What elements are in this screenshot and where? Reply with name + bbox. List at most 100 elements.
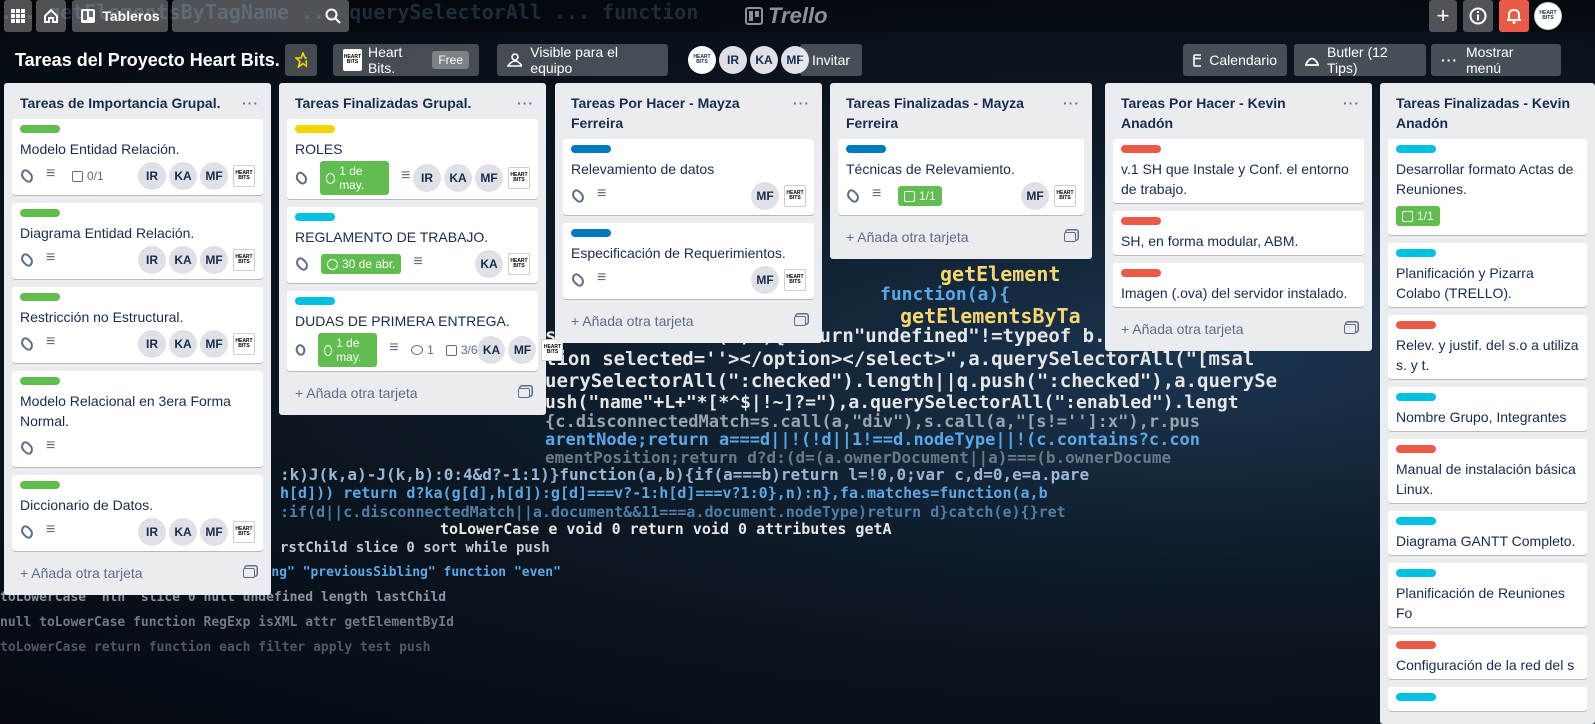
member-avatar[interactable]: MF (1021, 182, 1049, 210)
member-avatar[interactable]: IR (413, 164, 441, 192)
card-label[interactable] (1121, 269, 1161, 277)
card-label[interactable] (1396, 393, 1436, 401)
card-label[interactable] (846, 145, 886, 153)
card[interactable]: Manual de instalación básica Linux. (1388, 439, 1587, 503)
member-avatar[interactable]: IR (138, 246, 166, 274)
card-template-icon[interactable] (794, 316, 806, 326)
list-header[interactable]: Tareas Por Hacer - Kevin Anadón ··· (1113, 83, 1364, 139)
list-header[interactable]: Tareas Por Hacer - Mayza Ferreira ··· (563, 83, 814, 139)
card-label[interactable] (20, 293, 60, 301)
visibility-button[interactable]: Visible para el equipo (497, 44, 668, 76)
card-label[interactable] (295, 213, 335, 221)
member-avatar[interactable]: IR (719, 46, 747, 74)
search-input[interactable] (172, 0, 349, 32)
card-label[interactable] (1396, 641, 1436, 649)
list-header[interactable]: Tareas Finalizadas Grupal. ··· (287, 83, 538, 119)
home-icon[interactable] (36, 0, 66, 32)
butler-button[interactable]: Butler (12 Tips) (1294, 44, 1426, 76)
card[interactable] (1388, 687, 1587, 711)
card[interactable]: Relev. y justif. del s.o a utiliza s. y … (1388, 315, 1587, 379)
invite-button[interactable]: Invitar (800, 44, 862, 76)
member-avatar[interactable]: MF (200, 518, 228, 546)
list-menu-icon[interactable]: ··· (789, 93, 810, 133)
add-card-button[interactable]: + Añada otra tarjeta (563, 307, 814, 335)
card-label[interactable] (1396, 517, 1436, 525)
member-avatar[interactable]: KA (169, 162, 197, 190)
due-date-badge[interactable]: 1 de may. (318, 333, 378, 367)
card[interactable]: Modelo Entidad Relación. 0/1 IRKAMFHEARTBI… (12, 119, 263, 195)
member-avatar[interactable]: KA (444, 164, 472, 192)
member-avatar[interactable]: IR (138, 330, 166, 358)
trello-logo[interactable]: Trello (745, 3, 828, 29)
member-avatar[interactable]: MF (751, 266, 779, 294)
card[interactable]: Diagrama Entidad Relación. IRKAMFHEARTBIT… (12, 203, 263, 279)
member-avatar[interactable]: MF (751, 182, 779, 210)
card[interactable]: v.1 SH que Instale y Conf. el entorno de… (1113, 139, 1364, 203)
boards-button[interactable]: Tableros (72, 0, 168, 32)
board-title[interactable]: Tareas del Proyecto Heart Bits. (15, 44, 280, 76)
list-title[interactable]: Tareas Finalizadas - Kevin Anadón (1396, 93, 1583, 133)
card-label[interactable] (1396, 693, 1436, 701)
card-label[interactable] (20, 125, 60, 133)
card-label[interactable] (1396, 445, 1436, 453)
card[interactable]: Configuración de la red del s (1388, 635, 1587, 679)
member-avatar[interactable]: MF (200, 246, 228, 274)
member-avatar[interactable]: KA (169, 246, 197, 274)
list-menu-icon[interactable]: ··· (1339, 93, 1360, 133)
card[interactable]: Especificación de Requerimientos. MFHEART… (563, 223, 814, 299)
member-avatar[interactable]: MF (200, 330, 228, 358)
card-template-icon[interactable] (1064, 232, 1076, 242)
card[interactable]: Restricción no Estructural. IRKAMFHEARTBI… (12, 287, 263, 363)
card[interactable]: Técnicas de Relevamiento. 1/1 MFHEARTBITS (838, 139, 1084, 215)
member-avatar[interactable]: IR (138, 518, 166, 546)
card[interactable]: Desarrollar formato Actas de Reuniones. 1… (1388, 139, 1587, 235)
member-avatar[interactable]: KA (477, 336, 506, 364)
team-button[interactable]: HEART BITS Heart Bits. Free (333, 44, 479, 76)
notification-bell-icon[interactable] (1499, 0, 1529, 32)
card-label[interactable] (1396, 321, 1436, 329)
member-avatar[interactable]: KA (750, 46, 778, 74)
add-card-button[interactable]: + Añada otra tarjeta (12, 559, 263, 587)
card-label[interactable] (571, 229, 611, 237)
add-card-button[interactable]: + Añada otra tarjeta (1388, 719, 1587, 724)
card[interactable]: DUDAS DE PRIMERA ENTREGA. 1 de may. 1 3/6KA… (287, 291, 564, 371)
card-label[interactable] (571, 145, 611, 153)
show-menu-button[interactable]: ··· Mostrar menú (1431, 44, 1561, 76)
card[interactable]: Diagrama GANTT Completo. (1388, 511, 1587, 555)
card-label[interactable] (1121, 145, 1161, 153)
list-header[interactable]: Tareas de Importancia Grupal. ··· (12, 83, 263, 119)
card[interactable]: Planificación y Pizarra Colabo (TRELLO). (1388, 243, 1587, 307)
add-card-button[interactable]: + Añada otra tarjeta (1113, 315, 1364, 343)
star-button[interactable] (285, 44, 317, 76)
member-avatar[interactable]: KA (475, 250, 503, 278)
card-label[interactable] (295, 125, 335, 133)
card[interactable]: REGLAMENTO DE TRABAJO. 30 de abr. KAHEARTB… (287, 207, 538, 283)
search-icon[interactable] (325, 8, 341, 24)
member-avatar[interactable]: MF (475, 164, 503, 192)
card-label[interactable] (20, 377, 60, 385)
card-label[interactable] (20, 209, 60, 217)
card-template-icon[interactable] (243, 568, 255, 578)
list-title[interactable]: Tareas de Importancia Grupal. (20, 93, 220, 113)
due-date-badge[interactable]: 1 de may. (319, 161, 389, 195)
card-template-icon[interactable] (1344, 324, 1356, 334)
user-avatar[interactable]: HEART BITS (1534, 2, 1562, 30)
due-date-badge[interactable]: 30 de abr. (321, 254, 402, 274)
card[interactable]: Diccionario de Datos. IRKAMFHEARTBITS (12, 475, 263, 551)
apps-grid-icon[interactable] (4, 0, 32, 32)
list-header[interactable]: Tareas Finalizadas - Kevin Anadón (1388, 83, 1587, 139)
card[interactable]: Nombre Grupo, Integrantes (1388, 387, 1587, 431)
list-menu-icon[interactable]: ··· (238, 93, 259, 113)
list-title[interactable]: Tareas Por Hacer - Mayza Ferreira (571, 93, 789, 133)
add-card-button[interactable]: + Añada otra tarjeta (838, 223, 1084, 251)
member-avatar[interactable]: KA (169, 330, 197, 358)
member-avatar[interactable]: IR (138, 162, 166, 190)
card-label[interactable] (1121, 217, 1161, 225)
card[interactable]: ROLES 1 de may. IRKAMFHEARTBITS (287, 119, 538, 199)
add-card-button[interactable]: + Añada otra tarjeta (287, 379, 538, 407)
create-plus-icon[interactable]: + (1429, 0, 1457, 32)
card-label[interactable] (1396, 145, 1436, 153)
card[interactable]: Modelo Relacional en 3era Forma Normal. (12, 371, 263, 467)
card[interactable]: SH, en forma modular, ABM. (1113, 211, 1364, 255)
card-template-icon[interactable] (518, 388, 530, 398)
